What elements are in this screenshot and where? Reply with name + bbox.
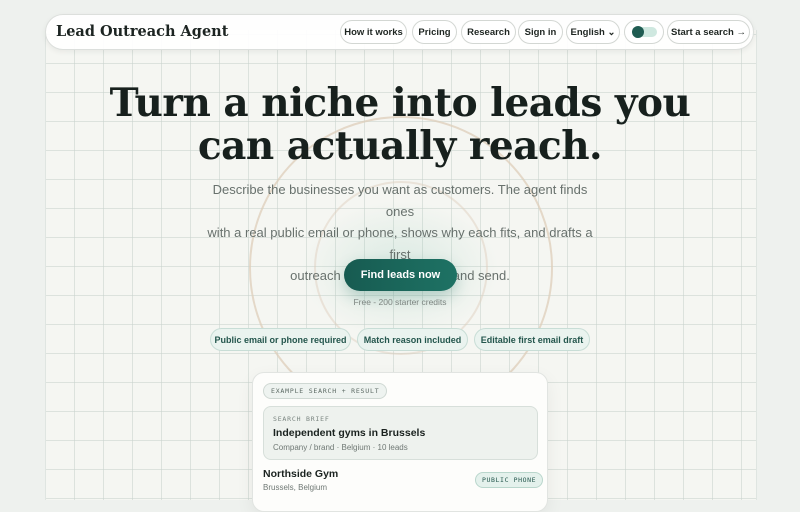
theme-toggle-icon <box>632 26 644 38</box>
brief-title: Independent gyms in Brussels <box>273 427 426 439</box>
hero-subtitle-line: Describe the businesses you want as cust… <box>212 182 588 219</box>
hero-title-line: Turn a niche into leads you <box>109 80 691 126</box>
example-card: EXAMPLE SEARCH + RESULT SEARCH BRIEF Ind… <box>252 372 548 512</box>
nav-sign-in[interactable]: Sign in <box>518 20 563 44</box>
cta-note: Free - 200 starter credits <box>353 297 447 307</box>
feature-pill: Match reason included <box>357 328 468 351</box>
feature-pill: Public email or phone required <box>210 328 351 351</box>
brief-meta: Company / brand · Belgium · 10 leads <box>273 443 408 452</box>
example-tag: EXAMPLE SEARCH + RESULT <box>263 383 388 399</box>
top-nav: Lead Outreach Agent How it works Pricing… <box>45 14 754 50</box>
nav-research[interactable]: Research <box>461 20 516 44</box>
feature-pill: Editable first email draft <box>474 328 590 351</box>
find-leads-button[interactable]: Find leads now <box>344 259 457 291</box>
hero-title: Turn a niche into leads you can actually… <box>0 82 800 168</box>
nav-how-it-works[interactable]: How it works <box>340 20 407 44</box>
brand-logo[interactable]: Lead Outreach Agent <box>56 23 228 40</box>
lead-location: Brussels, Belgium <box>263 483 328 492</box>
hero-title-line: can actually reach. <box>197 123 603 169</box>
status-badge: PUBLIC PHONE <box>475 472 544 488</box>
brief-label: SEARCH BRIEF <box>273 415 330 423</box>
start-search-button[interactable]: Start a search → <box>667 20 750 44</box>
theme-toggle[interactable] <box>624 20 664 44</box>
lead-name: Northside Gym <box>263 468 339 480</box>
nav-pricing[interactable]: Pricing <box>412 20 457 44</box>
toggle-track <box>632 26 657 38</box>
language-select[interactable]: English ⌄ <box>566 20 620 44</box>
search-brief: SEARCH BRIEF Independent gyms in Brussel… <box>263 406 538 460</box>
